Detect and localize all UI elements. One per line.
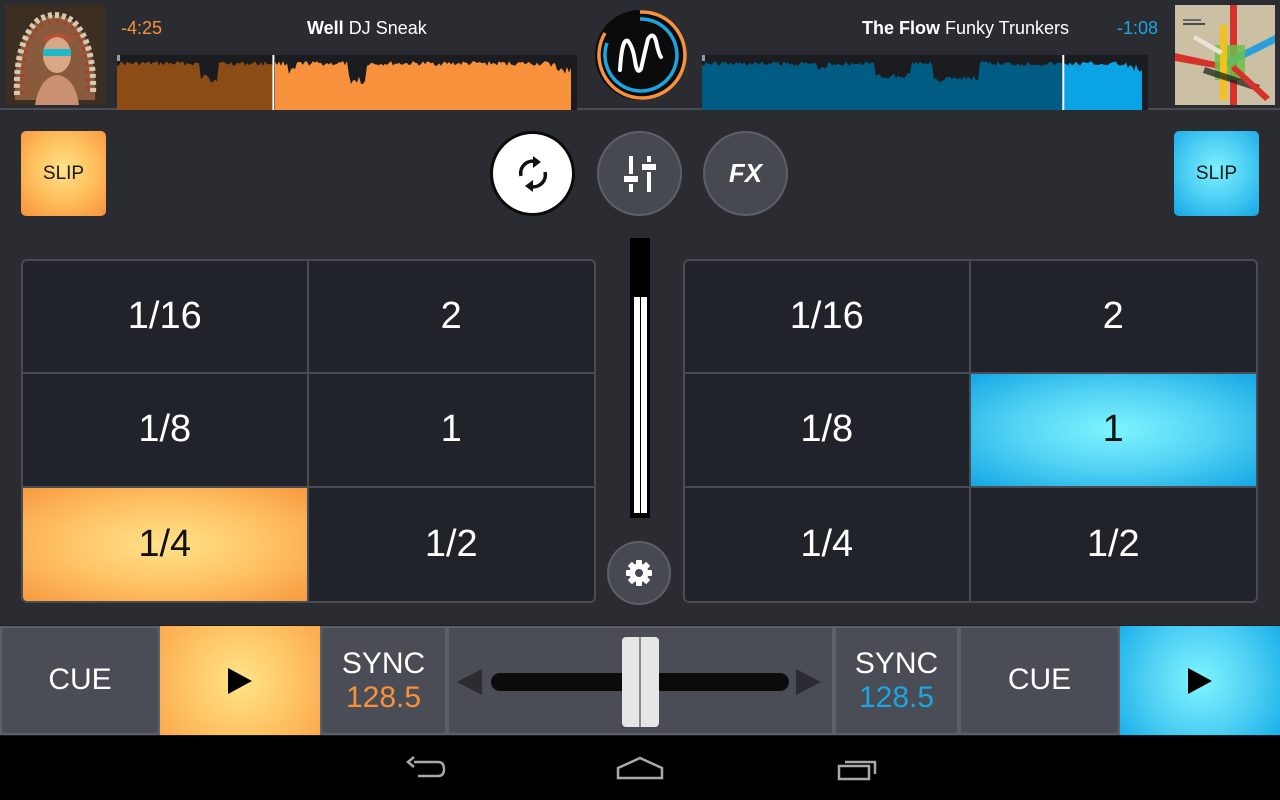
volume-meter: [630, 238, 650, 518]
loop-mode-button[interactable]: [490, 131, 575, 216]
cue-label-left: CUE: [48, 663, 112, 697]
sync-button-left[interactable]: SYNC 128.5: [320, 626, 447, 735]
album-cover-left[interactable]: [5, 5, 105, 105]
sync-label-right: SYNC: [854, 646, 939, 680]
bpm-left: 128.5: [345, 681, 422, 715]
loop-pad-right[interactable]: 1/2: [971, 488, 1257, 601]
playhead-left[interactable]: [272, 55, 275, 110]
track-info-right: The Flow Funky Trunkers: [862, 18, 1069, 39]
sync-label-left: SYNC: [341, 646, 426, 680]
back-button[interactable]: [394, 750, 454, 786]
play-button-right[interactable]: [1120, 626, 1280, 735]
cue-button-right[interactable]: CUE: [959, 626, 1120, 735]
recents-button[interactable]: [827, 750, 887, 786]
home-icon: [616, 756, 664, 780]
waveform-left[interactable]: [117, 55, 577, 110]
loop-pad-right[interactable]: 1/4: [685, 487, 971, 601]
loop-pad-left[interactable]: 1: [308, 374, 594, 488]
loop-pad-right[interactable]: 1/8: [685, 374, 971, 488]
waveform-right[interactable]: [702, 55, 1148, 110]
track-start-marker-left: [117, 55, 120, 61]
loop-pad-right[interactable]: 1: [970, 374, 1256, 488]
loop-pad-left[interactable]: 1/2: [309, 488, 595, 601]
back-icon: [406, 756, 446, 778]
crossfader-right-arrow-icon[interactable]: [796, 669, 821, 695]
remaining-time-left: -4:25: [121, 18, 163, 38]
play-button-left[interactable]: [160, 626, 320, 735]
playhead-right[interactable]: [1062, 55, 1065, 110]
transport-bar: CUE SYNC 128.5 SYNC 128.5 CUE: [0, 625, 1280, 736]
crossfader-left-arrow-icon[interactable]: [457, 669, 482, 695]
waveform-logo-icon[interactable]: [593, 7, 687, 103]
loop-pad-left[interactable]: 2: [308, 261, 594, 375]
track-title-right: The Flow: [861, 18, 940, 38]
settings-button[interactable]: [607, 541, 671, 605]
sync-button-right[interactable]: SYNC 128.5: [834, 626, 959, 735]
play-icon: [228, 667, 252, 694]
loop-pads-right: 1/16 2 1/8 1 1/4 1/2: [683, 259, 1258, 603]
recents-icon: [837, 760, 877, 781]
track-title-left: Well: [307, 18, 344, 38]
track-artist-right: Funky Trunkers: [944, 18, 1069, 38]
mixer-sliders-icon: [623, 155, 656, 192]
play-icon: [1188, 667, 1212, 694]
volume-meter-right-channel: [641, 297, 647, 513]
track-info-left: Well DJ Sneak: [307, 18, 427, 39]
mixer-mode-button[interactable]: [597, 131, 682, 216]
loop-pad-left[interactable]: 1/16: [23, 261, 309, 375]
album-cover-right[interactable]: [1175, 5, 1275, 105]
home-button[interactable]: [610, 750, 670, 786]
loop-pad-left[interactable]: 1/8: [23, 374, 309, 488]
crossfader-handle[interactable]: [621, 637, 659, 727]
gear-icon: [626, 560, 652, 586]
loop-pad-right[interactable]: 2: [970, 261, 1256, 375]
loop-pad-left[interactable]: 1/4: [23, 487, 309, 601]
fx-mode-button[interactable]: FX: [703, 131, 788, 216]
cue-button-left[interactable]: CUE: [0, 626, 160, 735]
bpm-right: 128.5: [858, 681, 935, 715]
slip-button-left[interactable]: SLIP: [21, 131, 106, 216]
crossfader[interactable]: [447, 626, 834, 735]
waveform-left-graph: [117, 55, 571, 110]
dj-app: -4:25 Well DJ Sneak The Flow Funky Trunk…: [0, 0, 1280, 800]
cue-label-right: CUE: [1007, 663, 1072, 697]
top-bar: -4:25 Well DJ Sneak The Flow Funky Trunk…: [0, 0, 1280, 110]
volume-meter-left-channel: [634, 297, 640, 513]
track-artist-left: DJ Sneak: [348, 18, 427, 38]
loop-pad-right[interactable]: 1/16: [685, 261, 971, 375]
system-nav-bar: [0, 736, 1280, 800]
loop-icon: [518, 155, 547, 192]
remaining-time-right: -1:08: [1116, 18, 1158, 38]
loop-pads-left: 1/16 2 1/8 1 1/4 1/2: [21, 259, 596, 603]
slip-button-right[interactable]: SLIP: [1174, 131, 1259, 216]
waveform-right-graph: [702, 55, 1142, 110]
track-start-marker-right: [702, 55, 705, 61]
